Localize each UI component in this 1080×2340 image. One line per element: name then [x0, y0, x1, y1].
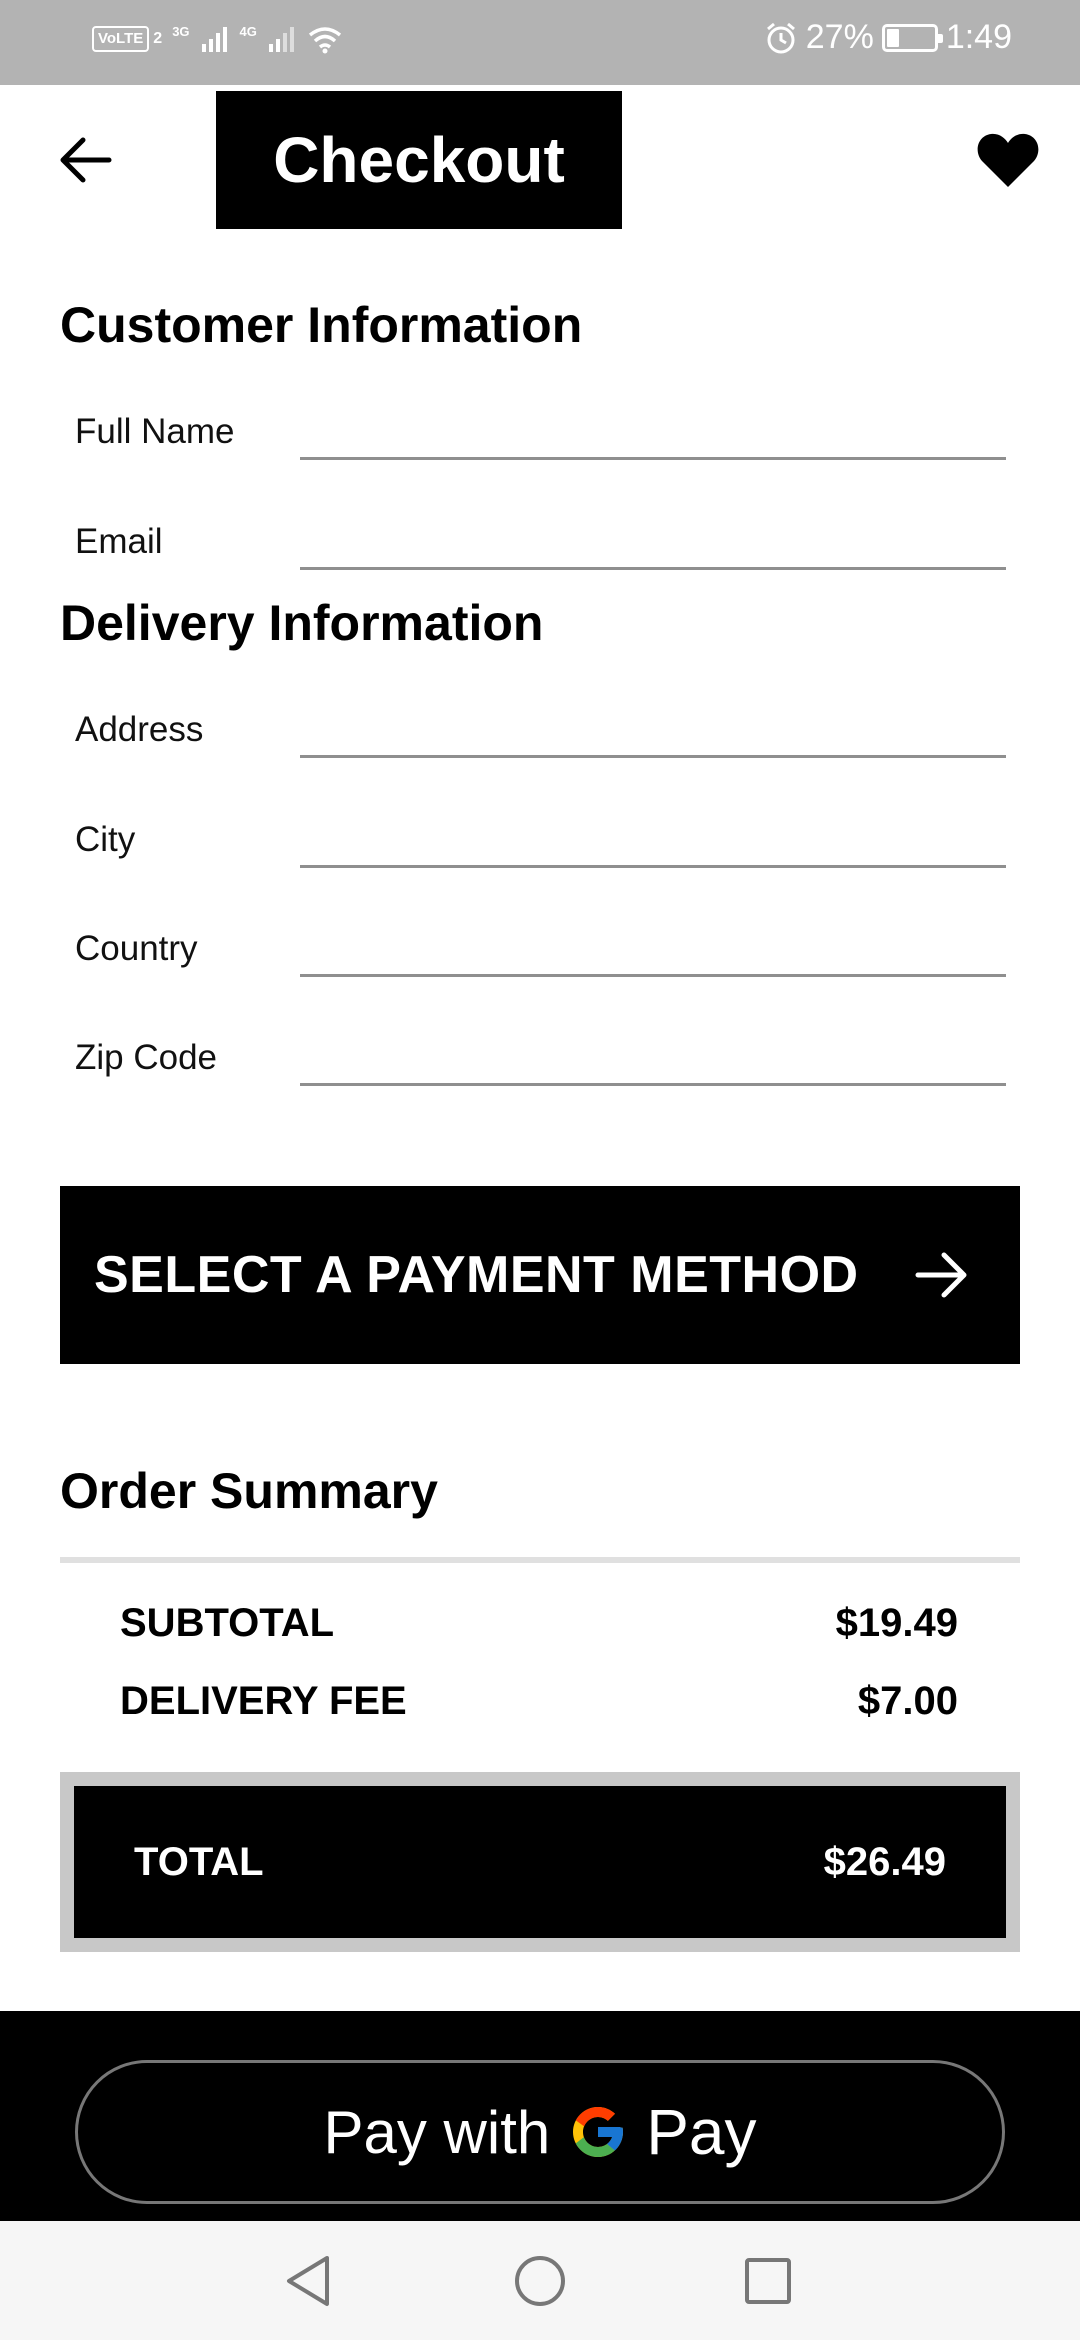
- total-label: TOTAL: [134, 1839, 264, 1884]
- country-label: Country: [75, 929, 198, 968]
- sim-number: 2: [153, 30, 163, 47]
- status-time: 1:49: [945, 18, 1012, 56]
- city-label: City: [75, 820, 136, 859]
- back-button[interactable]: [50, 125, 120, 195]
- nav-home-icon: [515, 2256, 565, 2306]
- gpay-bar: Pay with Pay: [0, 2011, 1080, 2221]
- city-input[interactable]: [300, 808, 1006, 868]
- signal-icon: [201, 27, 227, 52]
- volte-badge: VoLTE: [92, 26, 150, 52]
- email-row: Email: [60, 500, 1006, 580]
- subtotal-value: $19.49: [835, 1601, 958, 1645]
- wifi-icon: [308, 27, 341, 54]
- summary-divider: [60, 1557, 1020, 1563]
- page-title: Checkout: [273, 124, 565, 196]
- delivery-fee-label: DELIVERY FEE: [120, 1679, 407, 1723]
- page-title-box: Checkout: [216, 91, 622, 229]
- heart-icon: [977, 133, 1039, 187]
- status-right: 27% 1:49: [764, 18, 1012, 57]
- email-input[interactable]: [300, 510, 1006, 570]
- country-row: Country: [60, 907, 1006, 987]
- total-value: $26.49: [823, 1839, 946, 1884]
- total-frame: TOTAL $26.49: [60, 1772, 1020, 1952]
- full-name-label: Full Name: [75, 412, 235, 451]
- alarm-icon: [766, 22, 795, 53]
- zip-code-row: Zip Code: [60, 1016, 1006, 1096]
- full-name-input[interactable]: [300, 400, 1006, 460]
- subtotal-label: SUBTOTAL: [120, 1601, 335, 1645]
- gpay-brand: Pay: [646, 2096, 757, 2168]
- customer-info-heading: Customer Information: [60, 297, 583, 353]
- google-g-icon: [573, 2107, 624, 2157]
- battery-level: [886, 28, 900, 47]
- nav-recents-button[interactable]: [733, 2246, 803, 2316]
- battery-percent: 27%: [805, 18, 874, 56]
- email-label: Email: [75, 522, 163, 561]
- battery-icon: [881, 23, 943, 52]
- nav-recents-icon: [745, 2258, 791, 2304]
- status-bar: VoLTE 2 3G 4G 27% 1:49: [0, 0, 1080, 85]
- country-input[interactable]: [300, 917, 1006, 977]
- pay-with-gpay-button[interactable]: Pay with Pay: [75, 2060, 1005, 2204]
- total-box: TOTAL $26.49: [74, 1786, 1006, 1938]
- order-summary-heading: Order Summary: [60, 1463, 438, 1519]
- nav-home-button[interactable]: [505, 2246, 575, 2316]
- city-row: City: [60, 798, 1006, 878]
- subtotal-row: SUBTOTAL $19.49: [120, 1601, 958, 1646]
- gpay-prefix: Pay with: [323, 2098, 551, 2166]
- delivery-fee-value: $7.00: [857, 1679, 958, 1723]
- arrow-left-icon: [60, 137, 112, 183]
- address-row: Address: [60, 688, 1006, 768]
- delivery-info-heading: Delivery Information: [60, 595, 544, 651]
- address-input[interactable]: [300, 698, 1006, 758]
- arrow-right-icon: [915, 1252, 967, 1298]
- select-payment-method-button[interactable]: SELECT A PAYMENT METHOD: [60, 1186, 1020, 1364]
- zip-code-input[interactable]: [300, 1026, 1006, 1086]
- system-nav-bar: [0, 2221, 1080, 2340]
- network-type-1: 3G: [172, 24, 190, 39]
- nav-back-icon: [287, 2256, 329, 2306]
- full-name-row: Full Name: [60, 390, 1006, 470]
- status-left: VoLTE 2 3G 4G: [92, 24, 343, 54]
- address-label: Address: [75, 710, 204, 749]
- signal-weak-icon: [268, 27, 294, 52]
- favorite-button[interactable]: [970, 125, 1046, 195]
- nav-back-button[interactable]: [273, 2246, 343, 2316]
- delivery-fee-row: DELIVERY FEE $7.00: [120, 1679, 958, 1724]
- select-payment-method-label: SELECT A PAYMENT METHOD: [94, 1246, 859, 1304]
- zip-code-label: Zip Code: [75, 1038, 218, 1077]
- network-type-2: 4G: [239, 24, 257, 39]
